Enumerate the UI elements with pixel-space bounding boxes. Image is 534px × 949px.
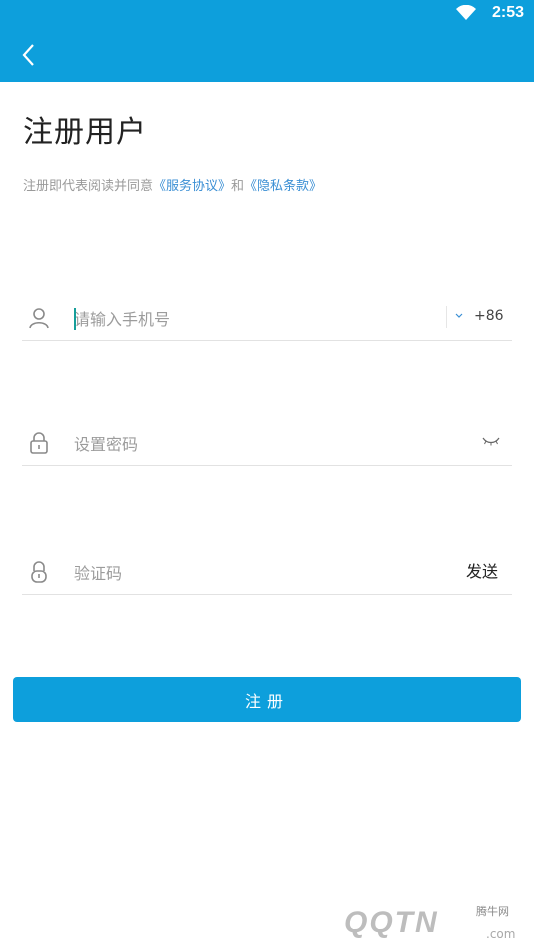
page-title: 注册用户 xyxy=(23,115,147,150)
agreement-text: 注册即代表阅读并同意《服务协议》和《隐私条款》 xyxy=(23,175,322,194)
password-field xyxy=(22,425,512,466)
agreement-conjunction: 和 xyxy=(231,179,245,194)
privacy-link[interactable]: 《隐私条款》 xyxy=(244,179,322,194)
status-bar: 2:53 xyxy=(0,0,534,28)
send-code-button[interactable]: 发送 xyxy=(466,558,498,582)
lock-icon xyxy=(31,561,47,583)
user-icon xyxy=(29,308,49,329)
status-time: 2:53 xyxy=(491,4,524,21)
agreement-prefix: 注册即代表阅读并同意 xyxy=(23,179,154,194)
terms-link[interactable]: 《服务协议》 xyxy=(153,179,231,194)
country-code[interactable]: +86 xyxy=(474,308,504,324)
watermark-site: 腾牛网 xyxy=(476,905,509,918)
chevron-down-icon[interactable] xyxy=(454,312,464,320)
verify-code-input[interactable] xyxy=(74,560,394,586)
password-input[interactable] xyxy=(74,431,394,457)
app-bar xyxy=(0,28,534,82)
verify-code-field: 发送 xyxy=(22,554,512,595)
chevron-left-icon[interactable] xyxy=(18,42,42,68)
phone-input[interactable] xyxy=(74,306,394,332)
watermark-domain: .com xyxy=(486,927,516,941)
eye-closed-icon[interactable] xyxy=(482,435,500,447)
wifi-icon xyxy=(456,5,476,20)
phone-field: +86 xyxy=(22,300,512,341)
watermark-brand: QQTN xyxy=(344,906,439,939)
lock-icon xyxy=(30,432,48,454)
register-button[interactable]: 注册 xyxy=(13,677,521,722)
text-cursor xyxy=(74,308,76,330)
divider xyxy=(446,306,447,328)
